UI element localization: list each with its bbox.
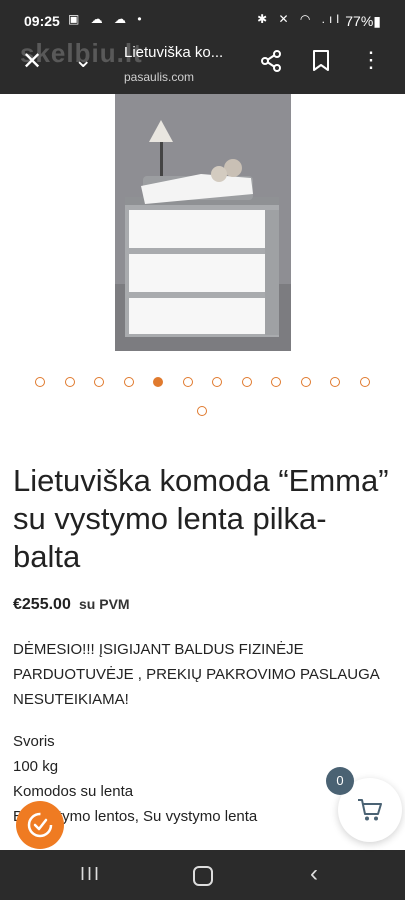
product-photo[interactable] [115, 94, 291, 351]
close-icon[interactable]: ✕ [22, 50, 42, 74]
more-options-icon[interactable]: ⋮ [360, 48, 382, 72]
gallery-dot[interactable] [212, 377, 222, 387]
spec-label-weight: Svoris [13, 733, 55, 750]
battery-indicator: 77%▮ [345, 13, 381, 29]
accessibility-fab[interactable] [16, 801, 64, 849]
store-notice: DĖMESIO!!! ĮSIGIJANT BALDUS FIZINĖJE PAR… [13, 641, 379, 708]
back-icon[interactable]: ‹ [310, 860, 318, 888]
gallery-dot[interactable] [197, 406, 207, 416]
share-icon[interactable] [260, 50, 282, 77]
notification-icons: ▣ ☁ ☁ • [68, 12, 146, 26]
browser-toolbar: skelbiu.lt ✕ ⌄ Lietuviška ko... pasaulis… [0, 36, 405, 94]
home-icon[interactable] [193, 866, 213, 886]
product-price: €255.00 [13, 596, 71, 613]
vat-label: su PVM [79, 596, 130, 612]
system-nav-bar: III ‹ [0, 850, 405, 900]
gallery-dot-active[interactable] [153, 377, 163, 387]
check-badge-icon [27, 812, 53, 838]
gallery-pagination [0, 376, 405, 426]
page-url: pasaulis.com [124, 70, 195, 84]
chevron-down-icon[interactable]: ⌄ [74, 48, 92, 72]
product-title: Lietuviška komoda “Emma” su vystymo lent… [13, 463, 389, 574]
system-icons: ✱ ✕ ◠ .ıl [257, 12, 343, 26]
gallery-dot[interactable] [330, 377, 340, 387]
gallery-dot[interactable] [123, 377, 134, 387]
gallery-dot[interactable] [271, 377, 281, 387]
status-time: 09:25 [24, 13, 60, 29]
bookmark-icon[interactable] [312, 50, 330, 77]
cart-icon [358, 799, 382, 821]
gallery-dot[interactable] [300, 377, 311, 387]
gallery-dot[interactable] [241, 377, 252, 387]
spec-value-weight: 100 kg [13, 758, 59, 775]
gallery-dot[interactable] [182, 377, 193, 387]
recents-icon[interactable]: III [80, 864, 101, 885]
page-title: Lietuviška ko... [124, 44, 224, 61]
price-row: €255.00 su PVM [13, 596, 130, 614]
cart-count-badge: 0 [326, 767, 354, 795]
gallery-dot[interactable] [359, 377, 370, 387]
spec-label-variant: Komodos su lenta [13, 783, 134, 800]
gallery-dot[interactable] [94, 377, 104, 387]
gallery-dot[interactable] [35, 377, 45, 387]
gallery-dot[interactable] [64, 377, 75, 387]
